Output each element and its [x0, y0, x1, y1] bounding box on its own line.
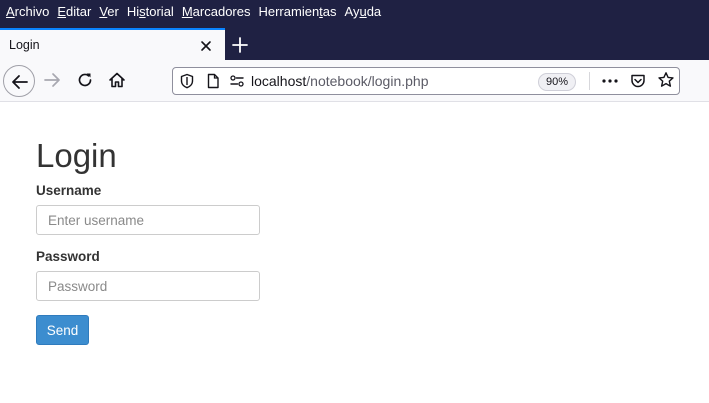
reload-icon	[78, 73, 92, 87]
arrow-right-icon	[44, 73, 60, 87]
menu-marcadores[interactable]: Marcadores	[182, 4, 251, 19]
home-icon	[109, 72, 125, 88]
url-text[interactable]: localhost/notebook/login.php	[251, 73, 428, 89]
url-path: /notebook/login.php	[306, 73, 429, 89]
password-input[interactable]	[36, 271, 260, 301]
close-icon[interactable]	[198, 38, 214, 54]
home-button[interactable]	[108, 71, 126, 89]
forward-button[interactable]	[43, 71, 61, 89]
plus-icon[interactable]	[231, 36, 249, 54]
more-options-icon[interactable]	[601, 73, 619, 89]
send-button[interactable]: Send	[36, 315, 89, 345]
username-input[interactable]	[36, 205, 260, 235]
tab-strip: Login	[0, 22, 709, 60]
zoom-badge[interactable]: 90%	[538, 73, 577, 91]
url-host: localhost	[251, 73, 307, 89]
shield-icon[interactable]	[179, 73, 195, 89]
password-label: Password	[36, 249, 100, 264]
username-label: Username	[36, 183, 102, 198]
pocket-icon[interactable]	[629, 72, 647, 90]
address-bar[interactable]: localhost/notebook/login.php 90%	[172, 67, 680, 95]
permissions-icon[interactable]	[229, 73, 245, 89]
menu-archivo[interactable]: Archivo	[6, 4, 49, 19]
menu-herramientas[interactable]: Herramientas	[258, 4, 336, 19]
bookmark-star-icon[interactable]	[657, 71, 675, 89]
page-title: Login	[36, 137, 117, 174]
menu-bar: Archivo Editar Ver Historial Marcadores …	[0, 0, 709, 22]
menu-editar[interactable]: Editar	[57, 4, 91, 19]
back-button[interactable]	[3, 65, 35, 97]
tab-login[interactable]: Login	[0, 28, 225, 60]
navigation-toolbar: localhost/notebook/login.php 90%	[0, 60, 709, 102]
menu-historial[interactable]: Historial	[127, 4, 174, 19]
page-icon[interactable]	[205, 73, 221, 89]
menu-ayuda[interactable]: Ayuda	[345, 4, 382, 19]
tab-title: Login	[9, 38, 40, 52]
reload-button[interactable]	[76, 71, 94, 89]
arrow-left-icon	[12, 75, 28, 89]
menu-ver[interactable]: Ver	[99, 4, 119, 19]
url-divider	[589, 72, 590, 90]
